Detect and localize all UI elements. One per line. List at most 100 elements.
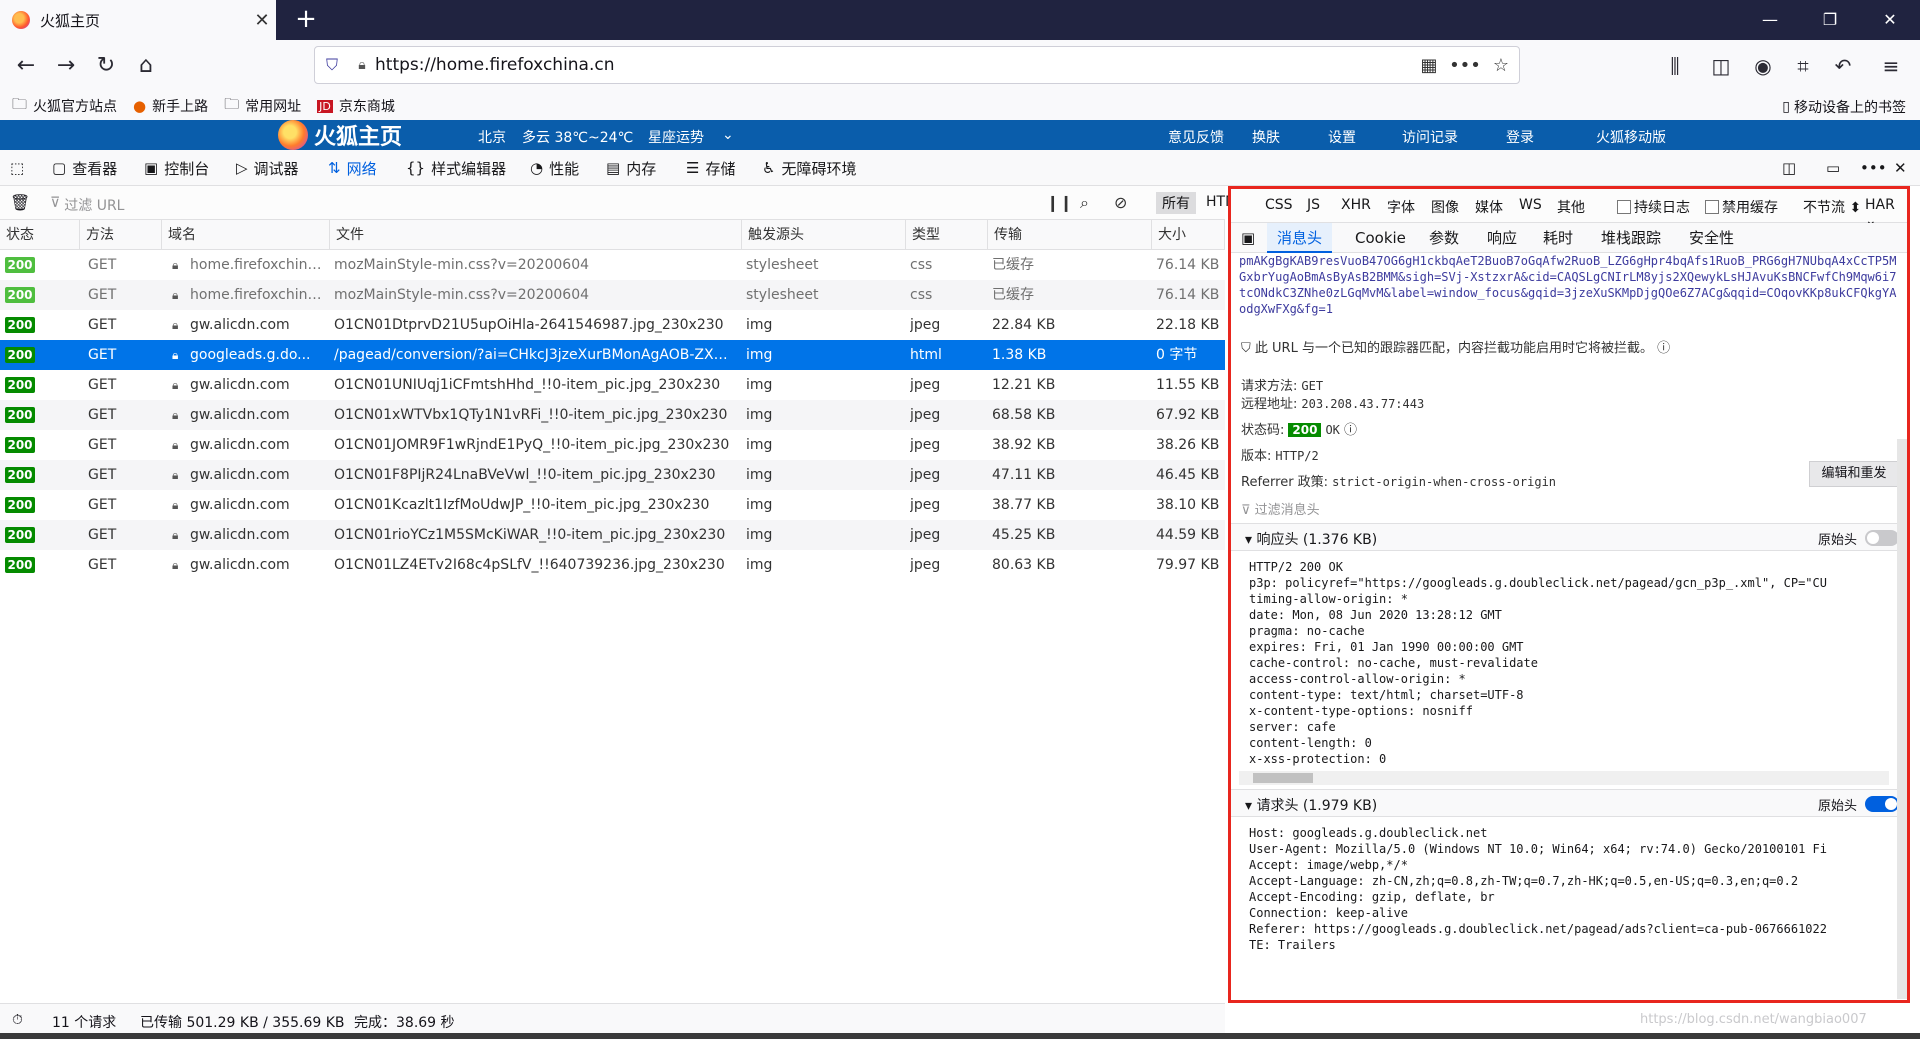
table-row[interactable]: 200 🔒︎ GET googleads.g.do... /pagead/convers… (0, 340, 1225, 370)
table-row[interactable]: 200 🔒︎ GET home.firefoxchina.cn mozMainStyle… (0, 280, 1225, 310)
undo-icon[interactable]: ↶ (1826, 50, 1860, 82)
help-icon[interactable]: ⓘ (1344, 423, 1357, 438)
response-headers-section[interactable]: ▾ 响应头 (1.376 KB) 原始头 (1231, 523, 1907, 551)
bookmark-item[interactable]: ● 新手上路 (133, 96, 208, 116)
col-size[interactable]: 大小 (1152, 220, 1225, 250)
back-button[interactable]: ← (10, 50, 42, 82)
raw-request-toggle[interactable] (1865, 796, 1899, 812)
pause-icon[interactable]: ❙❙ (1046, 193, 1073, 212)
site-logo[interactable]: 火狐主页 (278, 120, 402, 150)
new-tab-button[interactable]: + (290, 4, 322, 36)
tab-timings[interactable]: 耗时 (1543, 223, 1573, 253)
col-type[interactable]: 类型 (906, 220, 988, 250)
block-icon[interactable]: ⊘ (1114, 193, 1127, 212)
sidebar-icon[interactable]: ◫ (1704, 50, 1738, 82)
table-row[interactable]: 200 🔒︎ GET gw.alicdn.com O1CN01LZ4ETv2I68c4p… (0, 550, 1225, 580)
table-row[interactable]: 200 🔒︎ GET gw.alicdn.com O1CN01rioYCz1M5SMcK… (0, 520, 1225, 550)
page-actions-icon[interactable]: ••• (1447, 55, 1483, 76)
restore-button[interactable]: ❐ (1800, 0, 1860, 40)
lock-icon[interactable]: 🔒︎ (349, 57, 375, 73)
search-icon[interactable]: ⌕ (1080, 193, 1089, 213)
mobile-version-link[interactable]: 火狐移动版 (1596, 127, 1666, 147)
chevron-down-icon[interactable]: ⌄ (722, 127, 734, 143)
element-picker-icon[interactable]: ⬚ (10, 150, 24, 186)
persist-log-checkbox[interactable]: 持续日志 (1617, 197, 1690, 217)
login-link[interactable]: 登录 (1506, 127, 1534, 147)
feedback-link[interactable]: 意见反馈 (1168, 127, 1224, 147)
tab-performance[interactable]: ◔ 性能 (530, 150, 579, 186)
col-file[interactable]: 文件 (330, 220, 742, 250)
shield-icon[interactable]: ⛉ (315, 55, 349, 75)
tab-stack-trace[interactable]: 堆栈跟踪 (1601, 223, 1661, 253)
city-link[interactable]: 北京 (478, 127, 506, 147)
col-cause[interactable]: 触发源头 (742, 220, 906, 250)
col-transferred[interactable]: 传输 (988, 220, 1152, 250)
filter-ws[interactable]: WS (1519, 197, 1542, 213)
tab-memory[interactable]: ▤ 内存 (606, 150, 656, 186)
mobile-bookmarks[interactable]: ▯ 移动设备上的书签 (1782, 97, 1906, 117)
raw-response-toggle[interactable] (1865, 530, 1899, 546)
library-icon[interactable]: ⫼ (1658, 50, 1692, 82)
weather-text[interactable]: 多云 38℃~24℃ (522, 127, 633, 147)
menu-icon[interactable]: ≡ (1874, 50, 1908, 82)
home-button[interactable]: ⌂ (130, 50, 162, 82)
table-row[interactable]: 200 🔒︎ GET home.firefoxchina.cn mozMainStyle… (0, 250, 1225, 280)
horoscope-link[interactable]: 星座运势 (648, 127, 704, 147)
close-tab-icon[interactable]: ✕ (248, 10, 276, 31)
col-method[interactable]: 方法 (80, 220, 162, 250)
filter-headers-input[interactable]: ⊽ 过滤消息头 (1241, 499, 1320, 518)
tab-security[interactable]: 安全性 (1689, 223, 1734, 253)
edit-resend-button[interactable]: 编辑和重发 (1809, 461, 1899, 487)
tab-debugger[interactable]: ▷ 调试器 (236, 150, 299, 186)
tab-accessibility[interactable]: ♿︎ 无障碍环境 (762, 150, 856, 186)
settings-link[interactable]: 设置 (1328, 127, 1356, 147)
col-status[interactable]: 状态 (0, 220, 80, 250)
filter-js[interactable]: JS (1307, 197, 1320, 213)
tab-response[interactable]: 响应 (1487, 223, 1517, 253)
table-row[interactable]: 200 🔒︎ GET gw.alicdn.com O1CN01DtprvD21U5upO… (0, 310, 1225, 340)
bookmark-item[interactable]: JD 京东商城 (317, 96, 395, 116)
forward-button[interactable]: → (50, 50, 82, 82)
skin-link[interactable]: 换肤 (1252, 127, 1280, 147)
horizontal-scrollbar[interactable] (1239, 771, 1889, 785)
more-options-icon[interactable]: ••• (1860, 150, 1887, 186)
reload-button[interactable]: ↻ (90, 50, 122, 82)
table-row[interactable]: 200 🔒︎ GET gw.alicdn.com O1CN01xWTVbx1QTy1N1… (0, 400, 1225, 430)
tab-inspector[interactable]: ▢ 查看器 (52, 150, 117, 186)
filter-all[interactable]: 所有 (1156, 192, 1196, 214)
trash-icon[interactable]: 🗑︎ (10, 193, 30, 212)
tab-style-editor[interactable]: {} 样式编辑器 (406, 150, 506, 186)
help-icon[interactable]: ⓘ (1657, 341, 1670, 356)
filter-image[interactable]: 图像 (1431, 197, 1459, 217)
table-row[interactable]: 200 🔒︎ GET gw.alicdn.com O1CN01UNIUqj1iCFmts… (0, 370, 1225, 400)
dock-icon[interactable]: ▭ (1826, 150, 1840, 186)
table-row[interactable]: 200 🔒︎ GET gw.alicdn.com O1CN01Kcazlt1IzfMoU… (0, 490, 1225, 520)
stopwatch-icon[interactable]: ⏱︎ (12, 1012, 23, 1028)
bookmark-item[interactable]: 🗀 火狐官方站点 (12, 94, 117, 119)
tab-console[interactable]: ▣ 控制台 (144, 150, 209, 186)
filter-url-input[interactable]: ⊽ 过滤 URL (50, 195, 124, 215)
toggle-sidebar-icon[interactable]: ▣ (1241, 223, 1255, 253)
bookmark-star-icon[interactable]: ☆ (1483, 55, 1519, 76)
qr-code-icon[interactable]: ▦ (1411, 55, 1447, 76)
tab-params[interactable]: 参数 (1429, 223, 1459, 253)
bookmark-item[interactable]: 🗀 常用网址 (224, 94, 301, 119)
filter-css[interactable]: CSS (1265, 197, 1293, 213)
browser-tab[interactable]: 火狐主页 ✕ (0, 0, 276, 40)
account-icon[interactable]: ◉ (1746, 50, 1780, 82)
url-text[interactable]: https://home.firefoxchina.cn (375, 55, 1411, 75)
vertical-scrollbar[interactable] (1897, 439, 1907, 999)
filter-other[interactable]: 其他 (1557, 197, 1585, 217)
request-headers-section[interactable]: ▾ 请求头 (1.979 KB) 原始头 (1231, 789, 1907, 817)
table-row[interactable]: 200 🔒︎ GET gw.alicdn.com O1CN01F8PIjR24LnaBV… (0, 460, 1225, 490)
close-window-button[interactable]: ✕ (1860, 0, 1920, 40)
screenshot-icon[interactable]: ⌗ (1786, 50, 1820, 82)
filter-xhr[interactable]: XHR (1341, 197, 1371, 213)
history-link[interactable]: 访问记录 (1402, 127, 1458, 147)
url-bar[interactable]: ⛉ 🔒︎ https://home.firefoxchina.cn ▦ ••• … (314, 46, 1520, 84)
tab-network[interactable]: ⇅ 网络 (328, 150, 377, 186)
scroll-thumb[interactable] (1253, 773, 1313, 783)
throttle-select[interactable]: 不节流 ⬍ (1803, 197, 1861, 217)
disable-cache-checkbox[interactable]: 禁用缓存 (1705, 197, 1778, 217)
minimize-button[interactable]: — (1740, 0, 1800, 40)
